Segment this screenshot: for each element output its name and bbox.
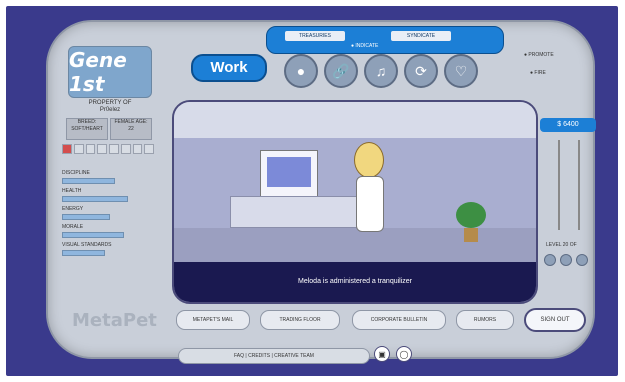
promote-icon: ● [524,52,528,58]
trading-floor-button[interactable]: TRADING FLOOR [260,310,340,330]
level-dot [576,254,588,266]
sound-icon[interactable]: ♫ [364,54,398,88]
scene-caption: Meloda is administered a tranquilizer [174,262,536,302]
cycle-icon[interactable]: ⟳ [404,54,438,88]
potted-plant [456,202,486,242]
character-head [354,142,384,178]
cell-active [62,144,72,154]
rumors-button[interactable]: RUMORS [456,310,514,330]
treasuries-button[interactable]: TREASURIES [285,31,345,41]
stat-bar [62,196,129,202]
sign-out-button[interactable]: SIGN OUT [524,308,586,332]
plant-pot [464,228,478,242]
character-body [356,176,384,232]
footer-links[interactable]: FAQ | CREDITS | CREATIVE TEAM [178,348,370,364]
bone-icon[interactable]: ♡ [444,54,478,88]
work-tab[interactable]: Work [191,54,267,82]
stat-bar [62,214,110,220]
metapets-mail-button[interactable]: METAPET'S MAIL [176,310,250,330]
owner-label: PROPERTY OF [88,100,132,106]
money-display: $ 6400 [540,118,596,132]
metapet-console: Gene 1st PROPERTY OF Pr0elez BREED: SOFT… [46,20,596,364]
stat-label: VISUAL STANDARDS [62,242,112,248]
cell [144,144,154,154]
gene1st-logo: Gene 1st [68,46,152,98]
footer-icons: ▣ ◯ [374,346,412,362]
stat-label: HEALTH [62,188,82,194]
cell [109,144,119,154]
pill-icon[interactable]: ● [284,54,318,88]
help-icon[interactable]: ◯ [396,346,412,362]
stat-label: ENERGY [62,206,84,212]
monitor-screen [267,157,311,187]
cell-row [62,144,154,154]
fire-icon: ● [530,70,534,76]
owner-info: PROPERTY OF Pr0elez [66,100,154,114]
level-label: LEVEL 20 OF [546,242,577,248]
stat-bar [62,250,106,256]
cell [120,144,131,154]
office-scene: Meloda is administered a tranquilizer [172,100,538,304]
outer-frame: Gene 1st PROPERTY OF Pr0elez BREED: SOFT… [6,6,618,376]
fire-label: FIRE [534,70,546,76]
stat-visual-standards: VISUAL STANDARDS [62,242,154,260]
corporate-bulletin-button[interactable]: CORPORATE BULLETIN [352,310,446,330]
screen-icon[interactable]: ▣ [374,346,390,362]
stat-label: DISCIPLINE [62,170,90,176]
stat-morale: MORALE [62,224,154,242]
level-dot [560,254,572,266]
gender-tag: FEMALE AGE: 22 [110,118,152,140]
owner-name: Pr0elez [99,107,121,113]
top-menu: TREASURIES SYNDICATE ● INDICATE [266,26,504,54]
stat-bar [62,232,124,238]
stat-energy: ENERGY [62,206,154,224]
ceiling [174,102,536,138]
syndicate-button[interactable]: SYNDICATE [391,31,451,41]
metapet-wordmark: MetaPet [72,310,157,331]
breed-tag: BREED: SOFT/HEART [66,118,108,140]
cell [73,144,84,154]
career-panel: $ 6400 LEVEL 20 OF [540,118,596,266]
link-icon[interactable]: 🔗 [324,54,358,88]
promote-label: PROMOTE [528,52,554,58]
fire-button[interactable]: ● FIRE [530,70,546,76]
plant-leaves [456,202,486,228]
cell [85,144,96,154]
indicate-label: ● INDICATE [351,43,379,49]
metapet-character [342,142,396,262]
cell [97,144,107,154]
stat-health: HEALTH [62,188,154,206]
stat-discipline: DISCIPLINE [62,170,154,188]
career-ladder [558,140,580,230]
promote-button[interactable]: ● PROMOTE [524,52,554,58]
cell [132,144,143,154]
level-dot [544,254,556,266]
stats-panel: DISCIPLINE HEALTH ENERGY MORALE VISUAL S… [62,170,154,260]
computer-monitor [260,150,318,198]
stat-bar [62,178,115,184]
stat-label: MORALE [62,224,84,230]
